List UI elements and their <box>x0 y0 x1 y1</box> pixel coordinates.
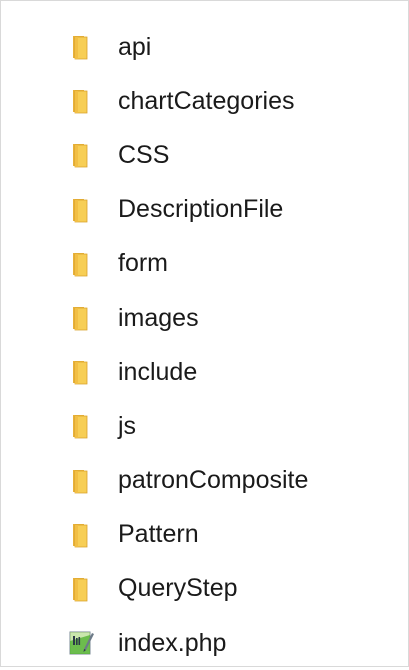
list-item-index-php[interactable]: index.php <box>67 616 397 670</box>
list-item-api[interactable]: api <box>67 20 397 74</box>
item-label: images <box>118 303 199 332</box>
folder-icon <box>73 469 88 493</box>
list-item-querystep[interactable]: QueryStep <box>67 562 397 616</box>
folder-icon <box>73 90 88 114</box>
folder-icon <box>73 198 88 223</box>
explorer-window: api chartCategories CSS DescriptionFile … <box>0 0 409 667</box>
file-list: api chartCategories CSS DescriptionFile … <box>67 20 397 670</box>
list-item-chartcategories[interactable]: chartCategories <box>67 74 397 128</box>
list-item-images[interactable]: images <box>67 291 397 345</box>
folder-icon <box>73 144 88 168</box>
item-label: js <box>118 411 137 440</box>
item-label: DescriptionFile <box>118 195 284 224</box>
folder-icon <box>73 361 88 385</box>
item-label: index.php <box>118 628 227 657</box>
item-label: include <box>118 357 198 386</box>
item-label: form <box>118 249 168 278</box>
item-label: QueryStep <box>118 574 238 603</box>
folder-icon <box>73 523 88 548</box>
php-file-icon <box>69 631 94 655</box>
item-label: patronComposite <box>118 466 309 495</box>
item-label: Pattern <box>118 520 199 549</box>
item-label: api <box>118 32 152 61</box>
folder-icon <box>73 36 88 60</box>
list-item-include[interactable]: include <box>67 345 397 399</box>
list-item-pattern[interactable]: Pattern <box>67 508 397 562</box>
item-label: CSS <box>118 140 170 169</box>
list-item-patroncomposite[interactable]: patronComposite <box>67 454 397 508</box>
list-item-js[interactable]: js <box>67 399 397 453</box>
item-label: chartCategories <box>118 86 295 115</box>
folder-icon <box>73 252 88 277</box>
list-item-css[interactable]: CSS <box>67 128 397 182</box>
list-item-form[interactable]: form <box>67 237 397 291</box>
folder-icon <box>73 307 88 331</box>
folder-icon <box>73 415 88 439</box>
folder-icon <box>73 577 88 602</box>
list-item-descriptionfile[interactable]: DescriptionFile <box>67 183 397 237</box>
